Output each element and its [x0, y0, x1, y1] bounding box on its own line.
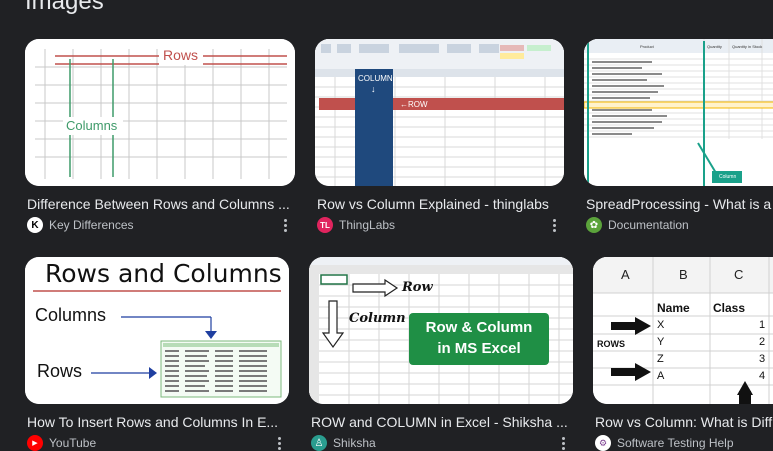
result-thumbnail[interactable]: Rows Columns: [25, 39, 295, 186]
thumb-label-columns: Columns: [35, 305, 107, 325]
result-title[interactable]: Difference Between Rows and Columns ...: [27, 196, 294, 212]
thumb-label-columns: Columns: [66, 118, 118, 133]
documentation-logo-icon: ✿: [586, 217, 602, 233]
thumb-header-name: Name: [657, 301, 690, 315]
thumb-label-column: Column: [719, 174, 737, 180]
thumb-cell: 4: [759, 370, 766, 382]
thumb-header-class: Class: [713, 301, 746, 315]
thumb-cell: X: [657, 319, 665, 331]
thinglabs-logo-icon: TL: [317, 217, 333, 233]
thumb-col-a: A: [621, 267, 630, 282]
thumb-col-b: B: [679, 267, 688, 282]
thumb-cell: Z: [657, 353, 664, 365]
thumb-col-c: C: [734, 267, 744, 282]
thumb-label-column: COLUMN: [358, 74, 393, 83]
thumb-header-stock: Quantity in Stock: [732, 44, 763, 49]
thumb-banner-line2: in MS Excel: [437, 340, 521, 357]
thumb-label-rows: Rows: [163, 47, 199, 63]
thumb-label-row: Row: [402, 280, 433, 295]
result-source[interactable]: TL ThingLabs: [317, 216, 395, 234]
result-title[interactable]: ROW and COLUMN in Excel - Shiksha ...: [311, 414, 571, 430]
result-thumbnail[interactable]: Product Quantity Quantity in Stock Colum…: [584, 39, 773, 186]
source-name: Documentation: [608, 218, 689, 232]
section-title: Images: [25, 0, 104, 15]
thumb-cell: 1: [759, 319, 766, 331]
result-source[interactable]: ✿ Documentation: [586, 216, 689, 234]
result-thumbnail[interactable]: A B C Name Class X Y Z A 1 2 3 4 ROWS: [593, 257, 773, 404]
result-title[interactable]: Row vs Column Explained - thinglabs: [317, 196, 563, 212]
result-title[interactable]: Row vs Column: What is Diff: [595, 414, 773, 430]
images-section: Images Rows Columns Difference Between R…: [0, 0, 773, 451]
result-title[interactable]: How To Insert Rows and Columns In E...: [27, 414, 283, 430]
source-name: Software Testing Help: [617, 436, 734, 450]
key-differences-logo-icon: K: [27, 217, 43, 233]
more-options-icon[interactable]: [270, 434, 288, 451]
result-source[interactable]: ⚙ Software Testing Help: [595, 434, 734, 451]
result-thumbnail[interactable]: Row Column Row & Column in MS Excel: [309, 257, 573, 404]
result-title[interactable]: SpreadProcessing - What is a: [586, 196, 773, 212]
thumb-header-quantity: Quantity: [707, 44, 722, 49]
result-source[interactable]: ♙ Shiksha: [311, 434, 376, 451]
thumb-cell: 2: [759, 336, 766, 348]
more-options-icon[interactable]: [554, 434, 572, 451]
more-options-icon[interactable]: [276, 216, 294, 234]
software-testing-help-logo-icon: ⚙: [595, 435, 611, 451]
youtube-logo-icon: ▶: [27, 435, 43, 451]
thumb-label-arrow: ↓: [371, 84, 376, 94]
thumb-label-row: ←ROW: [400, 100, 428, 109]
result-source[interactable]: K Key Differences: [27, 216, 134, 234]
thumb-banner-line1: Row & Column: [425, 319, 533, 336]
shiksha-logo-icon: ♙: [311, 435, 327, 451]
more-options-icon[interactable]: [545, 216, 563, 234]
source-name: Shiksha: [333, 436, 376, 450]
thumb-heading: Rows and Columns: [45, 259, 282, 288]
thumb-cell: Y: [657, 336, 665, 348]
thumb-label-rows: ROWS: [597, 339, 625, 349]
thumb-label-column: Column: [349, 311, 406, 326]
result-thumbnail[interactable]: COLUMN ↓ ←ROW: [315, 39, 564, 186]
result-source[interactable]: ▶ YouTube: [27, 434, 96, 451]
source-name: ThingLabs: [339, 218, 396, 232]
thumb-cell: A: [657, 370, 665, 382]
source-name: YouTube: [49, 436, 97, 450]
thumb-cell: 3: [759, 353, 766, 365]
source-name: Key Differences: [49, 218, 134, 232]
result-thumbnail[interactable]: Rows and Columns Columns Rows: [25, 257, 289, 404]
thumb-header-product: Product: [640, 44, 654, 49]
thumb-label-rows: Rows: [37, 361, 83, 381]
